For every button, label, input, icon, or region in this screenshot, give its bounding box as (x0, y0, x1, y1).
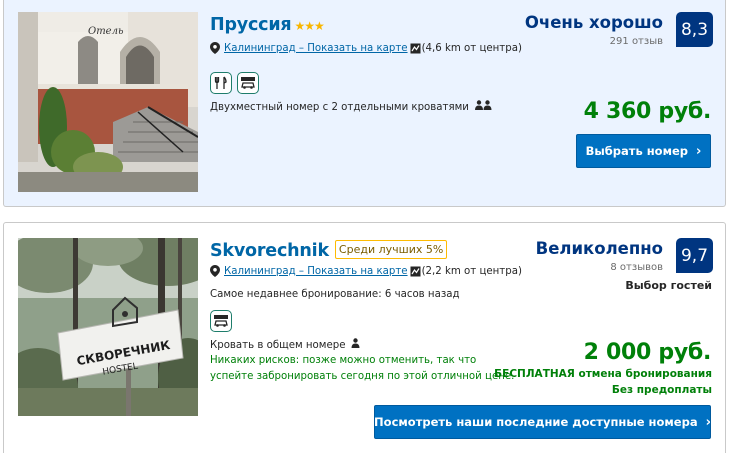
guest-choice-label: Выбор гостей (625, 279, 712, 292)
room-type-row: Кровать в общем номере (210, 338, 360, 351)
hotel-photo-prussia[interactable]: Отель (18, 12, 198, 192)
hotel-card-prussia: Отель Пруссия ★★★ Калининград – Показать… (3, 0, 726, 207)
show-on-map-link[interactable]: Калининград – Показать на карте (224, 43, 408, 54)
location-row: Калининград – Показать на карте (2,2 km … (210, 265, 522, 277)
hotel-card-skvorechnik: СКВОРЕЧНИК HOSTEL Skvorechnik Среди лучши… (3, 222, 726, 453)
facilities-row (210, 310, 232, 332)
free-cancellation-text: БЕСПЛАТНАЯ отмена бронирования (494, 368, 712, 380)
no-prepayment-text: Без предоплаты (611, 384, 712, 396)
map-pin-icon (210, 265, 220, 277)
hotel-name-link[interactable]: Пруссия (210, 15, 292, 35)
review-count: 291 отзыв (609, 36, 663, 47)
room-type-text: Двухместный номер с 2 отдельными кроватя… (210, 102, 469, 113)
select-room-button[interactable]: Выбрать номер › (576, 134, 711, 168)
facilities-row (210, 72, 259, 94)
show-on-map-link[interactable]: Калининград – Показать на карте (224, 266, 408, 277)
hotel-name-row: Skvorechnik Среди лучших 5% (210, 240, 448, 261)
see-available-rooms-button[interactable]: Посмотреть наши последние доступные номе… (374, 405, 711, 439)
review-score-badge: 8,3 (676, 12, 713, 47)
no-risk-line-2: успейте забронировать сегодня по этой от… (210, 371, 515, 382)
hotel-building-image: Отель (18, 12, 198, 192)
map-pin-icon (210, 42, 220, 54)
location-row: Калининград – Показать на карте (4,6 km … (210, 42, 522, 54)
map-icon (410, 43, 421, 53)
see-available-rooms-label: Посмотреть наши последние доступные номе… (374, 415, 698, 429)
hotel-name-row: Пруссия ★★★ (210, 15, 325, 35)
hotel-name-link[interactable]: Skvorechnik (210, 241, 329, 261)
parking-icon (237, 72, 259, 94)
top-percent-badge: Среди лучших 5% (334, 240, 448, 259)
select-room-label: Выбрать номер (585, 144, 689, 158)
room-type-row: Двухместный номер с 2 отдельными кроватя… (210, 100, 492, 113)
chevron-right-icon: › (696, 143, 702, 159)
parking-icon (210, 310, 232, 332)
person-icon (351, 338, 360, 348)
distance-from-center: (4,6 km от центра) (421, 42, 522, 54)
review-count: 8 отзывов (610, 262, 663, 273)
hotel-photo-skvorechnik[interactable]: СКВОРЕЧНИК HOSTEL (18, 238, 198, 416)
hostel-sign-image: СКВОРЕЧНИК HOSTEL (18, 238, 198, 416)
review-score-label: Великолепно (535, 239, 663, 258)
map-icon (410, 266, 421, 276)
review-score-badge: 9,7 (676, 238, 713, 273)
price: 4 360 руб. (583, 99, 712, 124)
no-risk-line-1: Никаких рисков: позже можно отменить, та… (210, 355, 477, 366)
room-type-text: Кровать в общем номере (210, 340, 346, 351)
price: 2 000 руб. (583, 340, 712, 365)
svg-text:Отель: Отель (88, 26, 123, 37)
chevron-right-icon: › (705, 414, 711, 430)
distance-from-center: (2,2 km от центра) (421, 265, 522, 277)
restaurant-icon (210, 72, 232, 94)
people-icon (475, 100, 492, 110)
star-rating: ★★★ (294, 19, 324, 33)
recent-booking-text: Самое недавнее бронирование: 6 часов наз… (210, 289, 460, 300)
review-score-label: Очень хорошо (524, 13, 663, 32)
